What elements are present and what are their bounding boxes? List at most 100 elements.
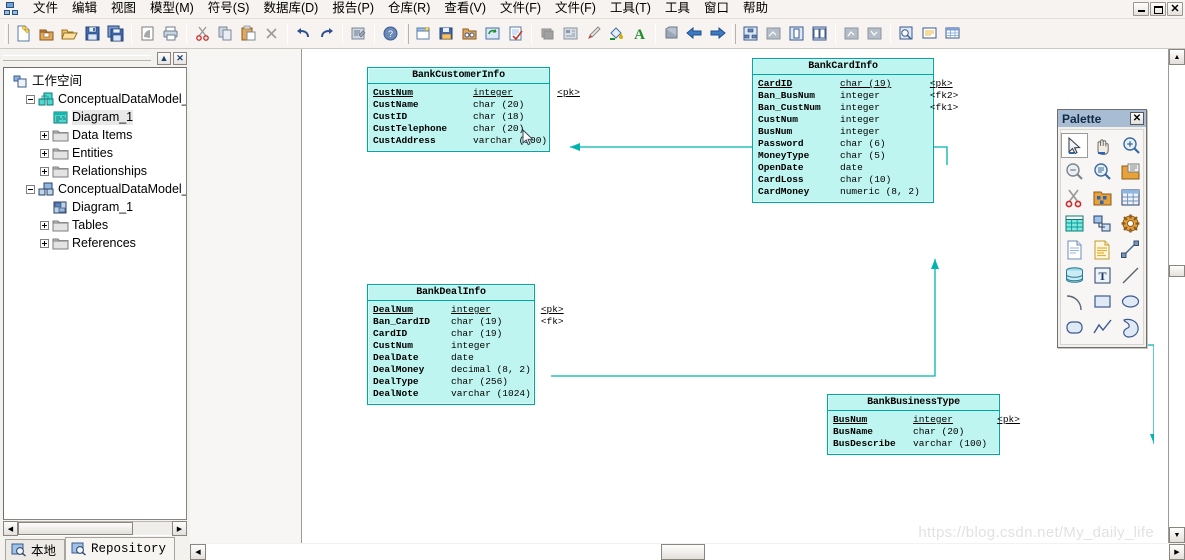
link-tool-icon[interactable] xyxy=(1117,237,1144,262)
menu-查看[interactable]: 查看(V) xyxy=(437,0,493,18)
entity-column-row[interactable]: CustID char (18) xyxy=(373,111,580,123)
tree-node-diagram-1[interactable]: Diagram_1 xyxy=(8,108,184,126)
zoom-in-tool-icon[interactable] xyxy=(1117,133,1144,158)
rounded-rect-tool-icon[interactable] xyxy=(1061,315,1088,340)
menu-file[interactable]: 文件 xyxy=(26,0,65,18)
properties-icon[interactable] xyxy=(347,22,370,45)
preview-icon[interactable] xyxy=(895,22,918,45)
new-icon[interactable] xyxy=(12,22,35,45)
rectangle-tool-icon[interactable] xyxy=(1089,289,1116,314)
menu-help[interactable]: 帮助 xyxy=(736,0,775,18)
brush-icon[interactable] xyxy=(582,22,605,45)
zoom-area-tool-icon[interactable] xyxy=(1089,159,1116,184)
zoom-width-icon[interactable] xyxy=(808,22,831,45)
palette-titlebar[interactable]: Palette ✕ xyxy=(1058,110,1146,127)
collapse-node-icon[interactable] xyxy=(26,94,35,104)
table-tool-icon[interactable] xyxy=(1117,185,1144,210)
browser-close-button[interactable]: ✕ xyxy=(173,51,187,65)
entity-bank-deal-info[interactable]: BankDealInfo DealNum integer <pk> Ban_CardID… xyxy=(367,284,564,405)
procedure-tool-icon[interactable] xyxy=(1117,211,1144,236)
check-model-icon[interactable] xyxy=(504,22,527,45)
canvas-hscroll-thumb[interactable] xyxy=(661,544,705,560)
entity-column-row[interactable]: BusName char (20) xyxy=(833,426,1020,438)
entity-column-row[interactable]: CustNum integer xyxy=(373,340,564,352)
cut-icon[interactable] xyxy=(191,22,214,45)
new-diagram-icon[interactable] xyxy=(412,22,435,45)
undo-icon[interactable] xyxy=(292,22,315,45)
tree-node-workspace[interactable]: 工作空间 xyxy=(8,72,184,90)
entity-column-row[interactable]: BusNum integer <pk> xyxy=(833,414,1020,426)
canvas-scroll-up-button[interactable]: ▲ xyxy=(1169,49,1185,65)
collapse-node-icon[interactable] xyxy=(26,184,35,194)
expand-node-icon[interactable] xyxy=(40,148,49,158)
browser-scroll-track[interactable] xyxy=(18,521,172,536)
package-tool-icon[interactable] xyxy=(1089,185,1116,210)
print-preview-icon[interactable] xyxy=(136,22,159,45)
toolbar-grip[interactable] xyxy=(5,23,9,44)
entity-column-row[interactable]: CustName char (20) xyxy=(373,99,580,111)
entity-column-row[interactable]: OpenDate date xyxy=(758,162,958,174)
text-tool-icon[interactable]: T xyxy=(1089,263,1116,288)
palette-close-button[interactable]: ✕ xyxy=(1130,112,1144,125)
fill-color-icon[interactable] xyxy=(605,22,628,45)
reference-tool-icon[interactable] xyxy=(1089,211,1116,236)
shadow-icon[interactable] xyxy=(536,22,559,45)
browser-scroll-thumb[interactable] xyxy=(18,522,133,535)
toolbar-grip-3[interactable] xyxy=(732,23,736,44)
canvas-scroll-down-button[interactable]: ▼ xyxy=(1169,527,1185,543)
zoom-page-icon[interactable] xyxy=(785,22,808,45)
menu-database[interactable]: 数据库(D) xyxy=(256,0,325,18)
save-icon[interactable] xyxy=(81,22,104,45)
tree-node-tables[interactable]: Tables xyxy=(8,216,184,234)
view-model-icon[interactable] xyxy=(739,22,762,45)
maximize-button[interactable] xyxy=(1150,2,1166,16)
menu-view[interactable]: 视图 xyxy=(104,0,143,18)
canvas-vscroll-track[interactable] xyxy=(1169,65,1185,527)
model-tree[interactable]: 工作空间 ConceptualDataModel_ Diagram_1 Data It… xyxy=(3,67,187,520)
browser-drag-handle[interactable] xyxy=(3,55,151,61)
entity-column-row[interactable]: CardMoney numeric (8, 2) xyxy=(758,186,958,198)
page-icon[interactable] xyxy=(660,22,683,45)
help-icon[interactable]: ? xyxy=(379,22,402,45)
canvas-horizontal-scrollbar[interactable]: ◀ ▶ xyxy=(190,544,1185,560)
entity-column-row[interactable]: BusDescribe varchar (100) xyxy=(833,438,1020,450)
paste-icon[interactable] xyxy=(237,22,260,45)
expand-node-icon[interactable] xyxy=(40,166,49,176)
tree-node-diagram-1b[interactable]: Diagram_1 xyxy=(8,198,184,216)
canvas-hscroll-track[interactable] xyxy=(206,544,1169,560)
canvas-vertical-scrollbar[interactable]: ▲ ▼ xyxy=(1169,49,1185,543)
format-icon[interactable] xyxy=(559,22,582,45)
entity-column-row[interactable]: DealNum integer <pk> xyxy=(373,304,564,316)
menu-symbol[interactable]: 符号(S) xyxy=(201,0,257,18)
font-color-icon[interactable]: A xyxy=(628,22,651,45)
entity-column-row[interactable]: DealMoney decimal (8, 2) xyxy=(373,364,564,376)
browser-scroll-left-button[interactable]: ◀ xyxy=(3,521,18,536)
entity-column-row[interactable]: CustAddress varchar (100) xyxy=(373,135,580,147)
delete-icon[interactable] xyxy=(260,22,283,45)
toolbar-grip-2[interactable] xyxy=(405,23,409,44)
menu-file3[interactable]: 文件(F) xyxy=(548,0,603,18)
menu-window[interactable]: 窗口 xyxy=(697,0,736,18)
save-all-icon[interactable] xyxy=(104,22,127,45)
file-tool-icon[interactable] xyxy=(1061,237,1088,262)
entity-bank-card-info[interactable]: BankCardInfo CardID char (19) <pk> Ban_BusNu… xyxy=(752,58,958,203)
entity-column-row[interactable]: CardID char (19) <pk> xyxy=(758,78,958,90)
hand-grab-tool-icon[interactable] xyxy=(1089,133,1116,158)
tree-node-relationships[interactable]: Relationships xyxy=(8,162,184,180)
canvas-vscroll-thumb[interactable] xyxy=(1169,265,1185,277)
entity-column-row[interactable]: CustNum integer xyxy=(758,114,958,126)
back-icon[interactable] xyxy=(683,22,706,45)
entity-column-row[interactable]: Password char (6) xyxy=(758,138,958,150)
redo-icon[interactable] xyxy=(315,22,338,45)
grid-icon[interactable] xyxy=(941,22,964,45)
zoom-in-icon[interactable] xyxy=(840,22,863,45)
find-icon[interactable] xyxy=(458,22,481,45)
browser-tab-local[interactable]: 本地 xyxy=(5,539,66,560)
close-button[interactable]: ✕ xyxy=(1167,2,1183,16)
polyline-tool-icon[interactable] xyxy=(1089,315,1116,340)
entity-column-row[interactable]: DealNote varchar (1024) xyxy=(373,388,564,400)
refresh-icon[interactable] xyxy=(481,22,504,45)
line-tool-icon[interactable] xyxy=(1117,263,1144,288)
menu-tools2[interactable]: 工具 xyxy=(658,0,697,18)
polygon-tool-icon[interactable] xyxy=(1117,315,1144,340)
